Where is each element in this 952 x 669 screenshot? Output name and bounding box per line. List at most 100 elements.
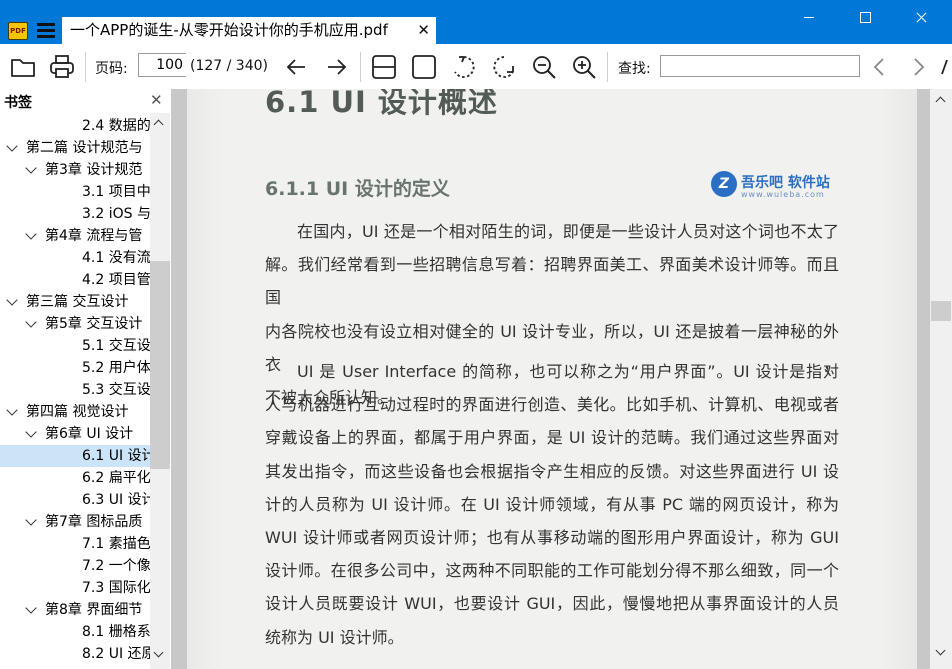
text-line: 设计师。在很多公司中，这两种不同职能的工作可能划分得不那么细致，同一个 [265,561,839,581]
next-page-arrow-icon[interactable] [323,54,351,80]
paragraph-2: UI 是 User Interface 的简称，也可以称之为“用户界面”。UI … [265,355,839,654]
bookmark-label: 5.3 交互设计 [82,382,150,398]
bookmark-item[interactable]: 4.2 项目管理 [0,269,150,291]
pdf-page: 6.1 UI 设计概述 6.1.1 UI 设计的定义 Z 吾乐吧 软件站 www… [187,89,917,669]
scroll-down-icon[interactable] [935,645,946,656]
bookmark-label: 第6章 UI 设计 [45,426,134,442]
document-scrollbar[interactable] [930,89,952,669]
rotate-left-icon[interactable] [450,54,478,80]
bookmark-item[interactable]: 第二篇 设计规范与 [0,137,150,159]
open-folder-icon[interactable] [9,54,37,80]
hamburger-menu-icon[interactable] [37,23,55,38]
bookmark-label: 6.3 UI 设计起 [82,492,150,508]
text-line: 其发出指令，而这些设备也会根据指令产生相应的反馈。对这些界面进行 UI 设 [265,461,839,481]
bookmark-item[interactable]: 第5章 交互设计 [0,313,150,335]
bookmark-item[interactable]: 8.2 UI 还原与 [0,643,150,665]
bookmarks-scrollbar[interactable] [150,113,170,669]
bookmark-label: 第4章 流程与管 [45,228,143,244]
document-tab[interactable]: 一个APP的诞生-从零开始设计你的手机应用.pdf ✕ [62,17,436,44]
chevron-down-icon[interactable] [25,162,37,174]
page-number-input[interactable]: 100 [138,53,186,77]
rotate-right-icon[interactable] [490,54,518,80]
toolbar-separator [85,52,86,82]
search-input[interactable] [660,55,860,77]
document-tab-title: 一个APP的诞生-从零开始设计你的手机应用.pdf [70,21,388,39]
bookmark-label: 7.1 素描色彩 [82,536,150,552]
bookmark-item[interactable]: 第四篇 视觉设计 [0,401,150,423]
bookmark-item[interactable]: 7.2 一个像素 [0,555,150,577]
bookmark-item[interactable]: 3.1 项目中设 [0,181,150,203]
bookmark-item[interactable]: 6.2 扁平化设 [0,467,150,489]
scroll-down-icon[interactable] [153,647,164,658]
text-line: 人与机器进行互动过程时的界面进行创造、美化。比如手机、计算机、电视或者 [265,395,839,415]
chevron-down-icon[interactable] [25,426,37,438]
bookmark-item[interactable]: 第7章 图标品质 [0,511,150,533]
bookmark-item[interactable]: 第三篇 交互设计 [0,291,150,313]
scrollbar-thumb[interactable] [931,301,951,321]
chevron-down-icon[interactable] [25,514,37,526]
bookmark-item[interactable]: 7.1 素描色彩 [0,533,150,555]
chevron-down-icon[interactable] [6,294,18,306]
bookmark-item[interactable]: 5.2 用户体验 [0,357,150,379]
text-line: UI 是 User Interface 的简称，也可以称之为“用户界面”。UI … [297,362,839,381]
chevron-down-icon[interactable] [6,140,18,152]
bookmark-item[interactable]: 4.1 没有流程 [0,247,150,269]
bookmark-item[interactable]: 第4章 流程与管 [0,225,150,247]
bookmark-item[interactable]: 2.4 数据的整 [0,115,150,137]
watermark-logo: Z 吾乐吧 软件站 www.wuleba.com [711,171,841,201]
search-previous-icon[interactable] [866,54,894,80]
scroll-up-icon[interactable] [153,119,164,130]
bookmark-item[interactable]: 第6章 UI 设计 [0,423,150,445]
page-label: 页码: [95,61,128,77]
bookmark-item[interactable]: 第3章 设计规范 [0,159,150,181]
chevron-down-icon[interactable] [25,602,37,614]
search-next-icon[interactable] [904,54,932,80]
watermark-logo-icon: Z [711,171,737,197]
bookmark-label: 第二篇 设计规范与 [26,140,143,156]
title-bar: PDF 一个APP的诞生-从零开始设计你的手机应用.pdf ✕ [0,0,952,44]
toolbar-separator [360,52,361,82]
minimize-button[interactable] [786,0,832,34]
subsection-heading: 6.1.1 UI 设计的定义 [265,178,450,200]
fit-width-icon[interactable] [370,54,398,80]
close-panel-icon[interactable]: ✕ [150,91,163,109]
scroll-up-icon[interactable] [935,96,946,107]
fit-page-icon[interactable] [410,54,438,80]
print-icon[interactable] [48,54,76,80]
bookmark-item[interactable]: 5.3 交互设计 [0,379,150,401]
bookmark-item[interactable]: 6.3 UI 设计起 [0,489,150,511]
bookmark-item[interactable]: 8.1 栅格系统 [0,621,150,643]
bookmark-label: 第三篇 交互设计 [26,294,129,310]
document-viewer[interactable]: 6.1 UI 设计概述 6.1.1 UI 设计的定义 Z 吾乐吧 软件站 www… [172,89,930,669]
text-line: 在国内，UI 还是一个相对陌生的词，即便是一些设计人员对这个词也不太了 [297,222,839,241]
bookmark-label: 8.1 栅格系统 [82,624,150,640]
close-window-button[interactable] [898,0,944,34]
zoom-out-icon[interactable] [530,54,558,80]
maximize-button[interactable] [842,0,888,34]
bookmark-label: 5.2 用户体验 [82,360,150,376]
text-line: 解。我们经常看到一些招聘信息写着：招聘界面美工、界面美术设计师等。而且国 [265,255,839,308]
toolbar-overflow-icon[interactable] [940,54,952,80]
bookmark-item[interactable]: 5.1 交互设计 [0,335,150,357]
tab-close-icon[interactable]: ✕ [417,17,430,44]
text-line: WUI 设计师或者网页设计师；也有从事移动端的图形用户界面设计，称为 GUI [265,528,839,548]
page-total: (127 / 340) [190,58,268,74]
bookmark-item[interactable]: 3.2 iOS 与Ar [0,203,150,225]
chevron-down-icon[interactable] [25,316,37,328]
bookmark-label: 7.2 一个像素 [82,558,150,574]
scrollbar-thumb[interactable] [150,261,170,469]
zoom-in-icon[interactable] [570,54,598,80]
toolbar-separator [607,52,608,82]
section-heading: 6.1 UI 设计概述 [265,89,498,119]
chevron-down-icon[interactable] [6,404,18,416]
bookmark-item[interactable]: 6.1 UI 设计概 [0,445,150,467]
chevron-down-icon[interactable] [25,228,37,240]
pdf-app-icon[interactable]: PDF [8,22,28,40]
bookmark-label: 4.2 项目管理 [82,272,150,288]
text-line: 计的人员称为 UI 设计师。在 UI 设计师领域，有从事 PC 端的网页设计，称… [265,494,839,514]
previous-page-arrow-icon[interactable] [283,54,311,80]
bookmark-label: 6.1 UI 设计概 [82,448,150,464]
bookmark-item[interactable]: 7.3 国际化的 [0,577,150,599]
bookmark-item[interactable]: 第8章 界面细节 [0,599,150,621]
bookmark-label: 3.2 iOS 与Ar [82,206,150,222]
